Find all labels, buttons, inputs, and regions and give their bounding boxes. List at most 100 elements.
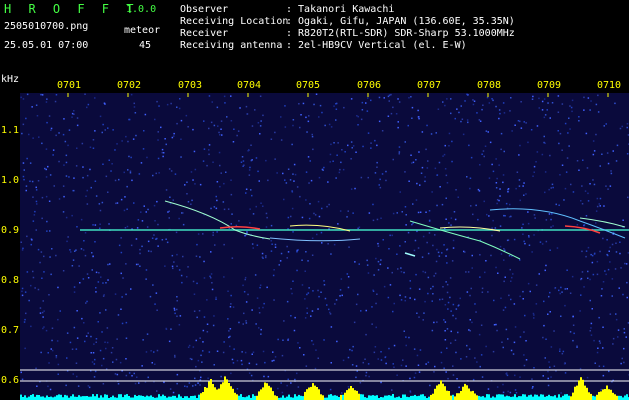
noise-pixel bbox=[161, 239, 164, 241]
noise-pixel bbox=[542, 375, 544, 377]
noise-pixel bbox=[435, 260, 438, 263]
noise-pixel bbox=[76, 117, 79, 119]
noise-pixel bbox=[590, 334, 593, 336]
noise-pixel bbox=[311, 237, 314, 239]
noise-pixel bbox=[128, 118, 130, 121]
noise-pixel bbox=[75, 165, 78, 167]
noise-pixel bbox=[233, 128, 235, 130]
noise-pixel bbox=[141, 220, 144, 222]
noise-pixel bbox=[502, 383, 504, 386]
noise-pixel bbox=[416, 182, 418, 185]
noise-pixel bbox=[507, 338, 509, 340]
power-bar bbox=[430, 394, 432, 400]
power-bar bbox=[600, 391, 602, 400]
noise-pixel bbox=[107, 191, 109, 193]
noise-pixel bbox=[190, 203, 192, 205]
noise-pixel bbox=[498, 199, 500, 202]
noise-pixel bbox=[338, 171, 341, 174]
noise-pixel bbox=[592, 153, 595, 156]
noise-pixel bbox=[130, 156, 132, 159]
noise-pixel bbox=[142, 339, 144, 341]
noise-pixel bbox=[578, 169, 580, 171]
noise-pixel bbox=[619, 127, 622, 130]
x-tick-label: 0701 bbox=[57, 80, 82, 91]
noise-pixel bbox=[437, 251, 440, 254]
noise-pixel bbox=[483, 155, 485, 158]
noise-pixel bbox=[569, 128, 571, 130]
noise-pixel bbox=[125, 321, 128, 324]
app-name: H R O F F T bbox=[4, 2, 139, 16]
noise-pixel bbox=[298, 103, 300, 105]
power-bar bbox=[416, 396, 418, 400]
noise-pixel bbox=[490, 254, 492, 257]
noise-pixel bbox=[598, 340, 601, 342]
noise-pixel bbox=[524, 314, 526, 317]
noise-pixel bbox=[410, 154, 412, 156]
noise-pixel bbox=[336, 154, 338, 156]
noise-pixel bbox=[449, 277, 452, 279]
y-tick-label: 0.7 bbox=[1, 325, 20, 336]
noise-pixel bbox=[24, 318, 26, 321]
noise-pixel bbox=[599, 205, 601, 207]
noise-pixel bbox=[450, 330, 452, 333]
noise-pixel bbox=[165, 328, 168, 330]
noise-pixel bbox=[76, 226, 78, 228]
noise-pixel bbox=[368, 212, 371, 214]
noise-pixel bbox=[301, 259, 303, 261]
noise-pixel bbox=[104, 103, 106, 105]
noise-pixel bbox=[82, 166, 84, 168]
noise-pixel bbox=[195, 365, 197, 368]
noise-pixel bbox=[296, 251, 298, 253]
power-bar bbox=[374, 395, 376, 400]
noise-pixel bbox=[301, 216, 304, 219]
noise-pixel bbox=[597, 347, 599, 349]
noise-pixel bbox=[351, 147, 353, 149]
noise-pixel bbox=[519, 376, 521, 378]
noise-pixel bbox=[24, 291, 27, 293]
noise-pixel bbox=[405, 344, 407, 347]
noise-pixel bbox=[114, 293, 117, 295]
power-bar bbox=[350, 386, 352, 400]
noise-pixel bbox=[173, 135, 175, 137]
noise-pixel bbox=[311, 340, 313, 342]
noise-pixel bbox=[452, 314, 454, 317]
noise-pixel bbox=[505, 328, 508, 331]
noise-pixel bbox=[92, 352, 95, 354]
power-bar bbox=[216, 389, 218, 400]
noise-pixel bbox=[127, 140, 129, 143]
noise-pixel bbox=[23, 178, 25, 181]
noise-pixel bbox=[387, 296, 390, 299]
noise-pixel bbox=[37, 248, 40, 251]
noise-pixel bbox=[186, 181, 188, 183]
noise-pixel bbox=[455, 189, 457, 191]
noise-pixel bbox=[135, 238, 138, 240]
noise-pixel bbox=[611, 295, 613, 297]
noise-pixel bbox=[428, 232, 431, 234]
noise-pixel bbox=[382, 239, 384, 241]
noise-pixel bbox=[464, 251, 466, 253]
noise-pixel bbox=[602, 326, 604, 328]
noise-pixel bbox=[200, 354, 202, 357]
noise-pixel bbox=[25, 312, 27, 315]
noise-pixel bbox=[436, 174, 439, 176]
noise-pixel bbox=[501, 341, 503, 343]
power-bar bbox=[418, 395, 420, 400]
noise-pixel bbox=[470, 156, 473, 159]
power-bar bbox=[608, 389, 610, 400]
power-bar bbox=[92, 394, 94, 400]
noise-pixel bbox=[87, 277, 90, 279]
noise-pixel bbox=[412, 161, 415, 164]
noise-pixel bbox=[22, 98, 25, 100]
power-bar bbox=[590, 393, 592, 400]
noise-pixel bbox=[520, 101, 522, 103]
noise-pixel bbox=[557, 111, 560, 113]
noise-pixel bbox=[437, 108, 440, 110]
power-bar bbox=[298, 394, 300, 400]
noise-pixel bbox=[308, 115, 310, 117]
noise-pixel bbox=[408, 180, 410, 182]
noise-pixel bbox=[543, 135, 545, 138]
noise-pixel bbox=[292, 124, 294, 127]
noise-pixel bbox=[230, 372, 232, 375]
noise-pixel bbox=[533, 165, 536, 168]
noise-pixel bbox=[32, 196, 34, 198]
